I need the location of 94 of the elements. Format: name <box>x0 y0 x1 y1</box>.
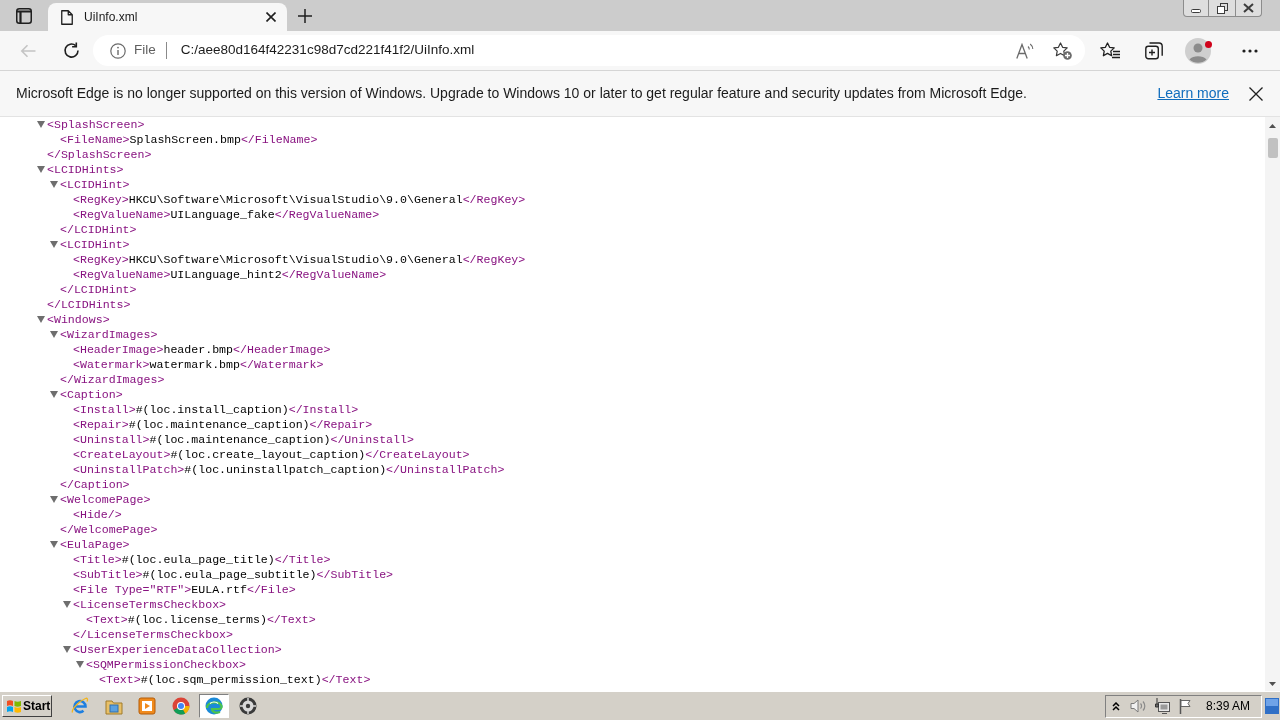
expand-triangle-icon[interactable] <box>50 241 58 248</box>
site-info-label[interactable]: File <box>134 40 156 61</box>
xml-element-line: <RegValueName>UILanguage_fake</RegValueName> <box>73 207 380 222</box>
minimize-button[interactable] <box>1183 0 1209 17</box>
xml-open-tag: <LCIDHint> <box>60 237 130 252</box>
xml-element-line: <Watermark>watermark.bmp</Watermark> <box>73 357 324 372</box>
read-aloud-icon[interactable] <box>1016 42 1034 59</box>
expand-triangle-icon[interactable] <box>50 181 58 188</box>
clock-time[interactable]: 8:39 AM <box>1205 697 1250 715</box>
expand-triangle-icon[interactable] <box>50 331 58 338</box>
xml-open-tag: <LCIDHints> <box>47 162 124 177</box>
xml-element-line: <Title>#(loc.eula_page_title)</Title> <box>73 552 331 567</box>
xml-element-line: <Uninstall>#(loc.maintenance_caption)</Uninstall> <box>73 432 414 447</box>
play-button-icon <box>138 697 157 715</box>
xml-open-tag: <SQMPermissionCheckbox> <box>86 657 247 672</box>
expand-triangle-icon[interactable] <box>37 166 45 173</box>
xml-close-tag: </LCIDHint> <box>60 222 137 237</box>
xml-element-line: <UninstallPatch>#(loc.uninstallpatch_caption)</UninstallPatch> <box>73 462 505 477</box>
flag-logo-icon <box>6 699 22 713</box>
xml-close-tag: </Caption> <box>60 477 130 492</box>
info-message: Microsoft Edge is no longer supported on this version of Windows. Upgrade to Windows 10 or later to get regular feature and security updates from Microsoft Edge. <box>16 84 1027 103</box>
address-field[interactable]: File C:/aee80d164f42231c98d7cd221f41f2/UiInfo.xml <box>93 35 1085 66</box>
expand-triangle-icon[interactable] <box>63 601 71 608</box>
expand-triangle-icon[interactable] <box>37 316 45 323</box>
expand-triangle-icon[interactable] <box>76 661 84 668</box>
xml-element-line: <HeaderImage>header.bmp</HeaderImage> <box>73 342 331 357</box>
xml-open-tag: <EulaPage> <box>60 537 130 552</box>
url-text[interactable]: C:/aee80d164f42231c98d7cd221f41f2/UiInfo.xml <box>180 40 475 61</box>
notification-dot-icon <box>1205 40 1212 48</box>
scroll-up-icon[interactable] <box>1269 124 1276 128</box>
add-favorite-icon[interactable] <box>1053 41 1072 60</box>
xml-element-line: <Repair>#(loc.maintenance_caption)</Repair> <box>73 417 373 432</box>
xml-element-line: <RegKey>HKCU\Software\Microsoft\VisualStudio\9.0\General</RegKey> <box>73 252 526 267</box>
xml-element-line: <FileName>SplashScreen.bmp</FileName> <box>60 132 318 147</box>
scroll-down-icon[interactable] <box>1269 682 1276 686</box>
xml-element-line: <RegKey>HKCU\Software\Microsoft\VisualStudio\9.0\General</RegKey> <box>73 192 526 207</box>
xml-open-tag: <SplashScreen> <box>47 117 145 132</box>
xml-open-tag: <LicenseTermsCheckbox> <box>73 597 227 612</box>
expand-triangle-icon[interactable] <box>50 541 58 548</box>
xml-close-tag: </WelcomePage> <box>60 522 158 537</box>
folder-icon <box>104 697 123 715</box>
info-icon[interactable] <box>110 42 126 59</box>
xml-close-tag: </LCIDHints> <box>47 297 131 312</box>
scrollbar-track[interactable] <box>1265 117 1280 691</box>
xml-close-tag: </SplashScreen> <box>47 147 152 162</box>
swirl-logo-icon <box>205 697 224 715</box>
collections-icon[interactable] <box>1145 41 1163 60</box>
xml-open-tag: <Windows> <box>47 312 110 327</box>
close-icon <box>1243 3 1254 13</box>
close-button[interactable] <box>1235 0 1262 17</box>
xml-element-line: <Text>#(loc.license_terms)</Text> <box>86 612 316 627</box>
learn-more-link[interactable]: Learn more <box>1157 83 1229 104</box>
xml-open-tag: <LCIDHint> <box>60 177 130 192</box>
ring-logo-icon <box>171 697 190 715</box>
xml-open-tag: <WelcomePage> <box>60 492 151 507</box>
xml-element-line: <File Type="RTF">EULA.rtf</File> <box>73 582 296 597</box>
restore-icon <box>1216 2 1228 14</box>
xml-element-line: <SubTitle>#(loc.eula_page_subtitle)</SubTitle> <box>73 567 394 582</box>
xml-element-line: <CreateLayout>#(loc.create_layout_caption)</CreateLayout> <box>73 447 470 462</box>
expand-triangle-icon[interactable] <box>37 121 45 128</box>
scrollbar-thumb[interactable] <box>1267 138 1278 158</box>
flag-icon[interactable] <box>1179 698 1192 714</box>
avatar-icon[interactable] <box>1185 37 1211 64</box>
xml-open-tag: <WizardImages> <box>60 327 158 342</box>
xml-element-line: <Install>#(loc.install_caption)</Install> <box>73 402 359 417</box>
xml-element-line: <RegValueName>UILanguage_hint2</RegValueName> <box>73 267 387 282</box>
expand-triangle-icon[interactable] <box>50 496 58 503</box>
xml-close-tag: </WizardImages> <box>60 372 165 387</box>
disc-icon <box>238 697 257 715</box>
more-icon[interactable] <box>1242 48 1258 53</box>
new-tab-icon[interactable] <box>298 8 312 23</box>
xml-element-line: <Hide/> <box>73 507 122 522</box>
expand-triangle-icon[interactable] <box>63 646 71 653</box>
xml-element-line: <Text>#(loc.sqm_permission_text)</Text> <box>99 672 371 687</box>
start-button[interactable]: Start <box>2 695 52 717</box>
close-icon[interactable] <box>266 12 276 22</box>
minimize-icon <box>1191 9 1201 13</box>
expand-triangle-icon[interactable] <box>50 391 58 398</box>
chevron-up-icon[interactable] <box>1112 701 1120 711</box>
tab-actions-icon[interactable] <box>16 7 32 24</box>
xml-close-tag: </LCIDHint> <box>60 282 137 297</box>
close-icon[interactable] <box>1249 86 1263 101</box>
speaker-icon[interactable] <box>1130 699 1147 713</box>
browser-tab[interactable]: UiInfo.xml <box>48 3 287 31</box>
xml-open-tag: <UserExperienceDataCollection> <box>73 642 282 657</box>
xml-close-tag: </LicenseTermsCheckbox> <box>73 627 234 642</box>
reload-icon[interactable] <box>63 42 80 59</box>
e-globe-icon <box>71 697 89 715</box>
file-icon <box>61 9 73 25</box>
restore-button[interactable] <box>1209 0 1235 17</box>
taskbar-app-button[interactable] <box>199 694 230 718</box>
network-computer-icon[interactable] <box>1155 698 1170 714</box>
xml-open-tag: <Caption> <box>60 387 123 402</box>
favorites-icon[interactable] <box>1100 42 1120 59</box>
